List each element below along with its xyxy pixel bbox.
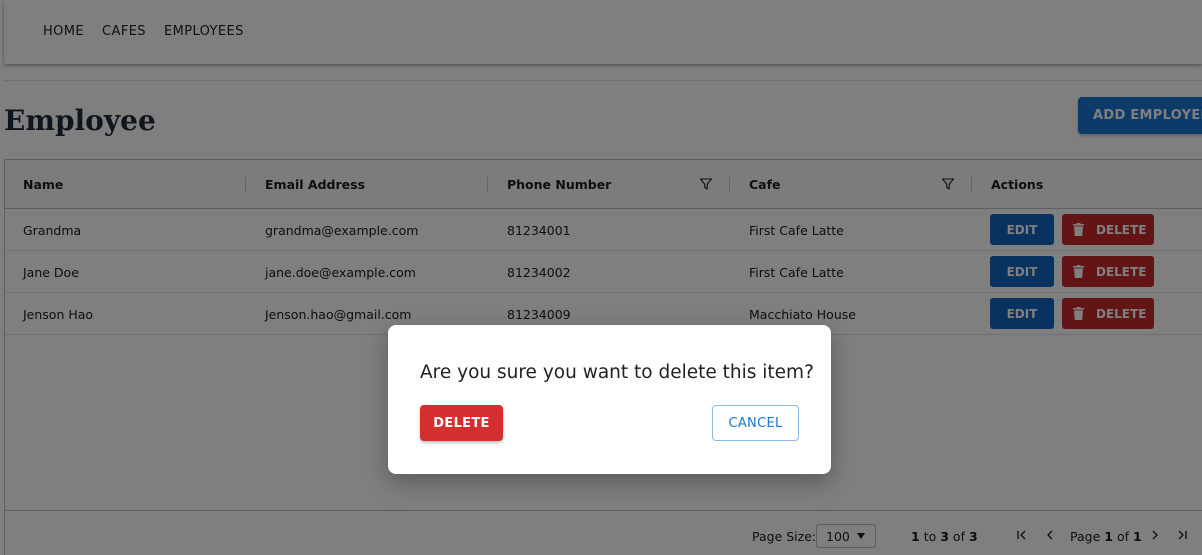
confirm-delete-button[interactable]: DELETE [420,405,503,441]
confirm-delete-dialog: Are you sure you want to delete this ite… [388,325,831,474]
dialog-message: Are you sure you want to delete this ite… [420,362,814,383]
cancel-button[interactable]: CANCEL [712,405,799,441]
